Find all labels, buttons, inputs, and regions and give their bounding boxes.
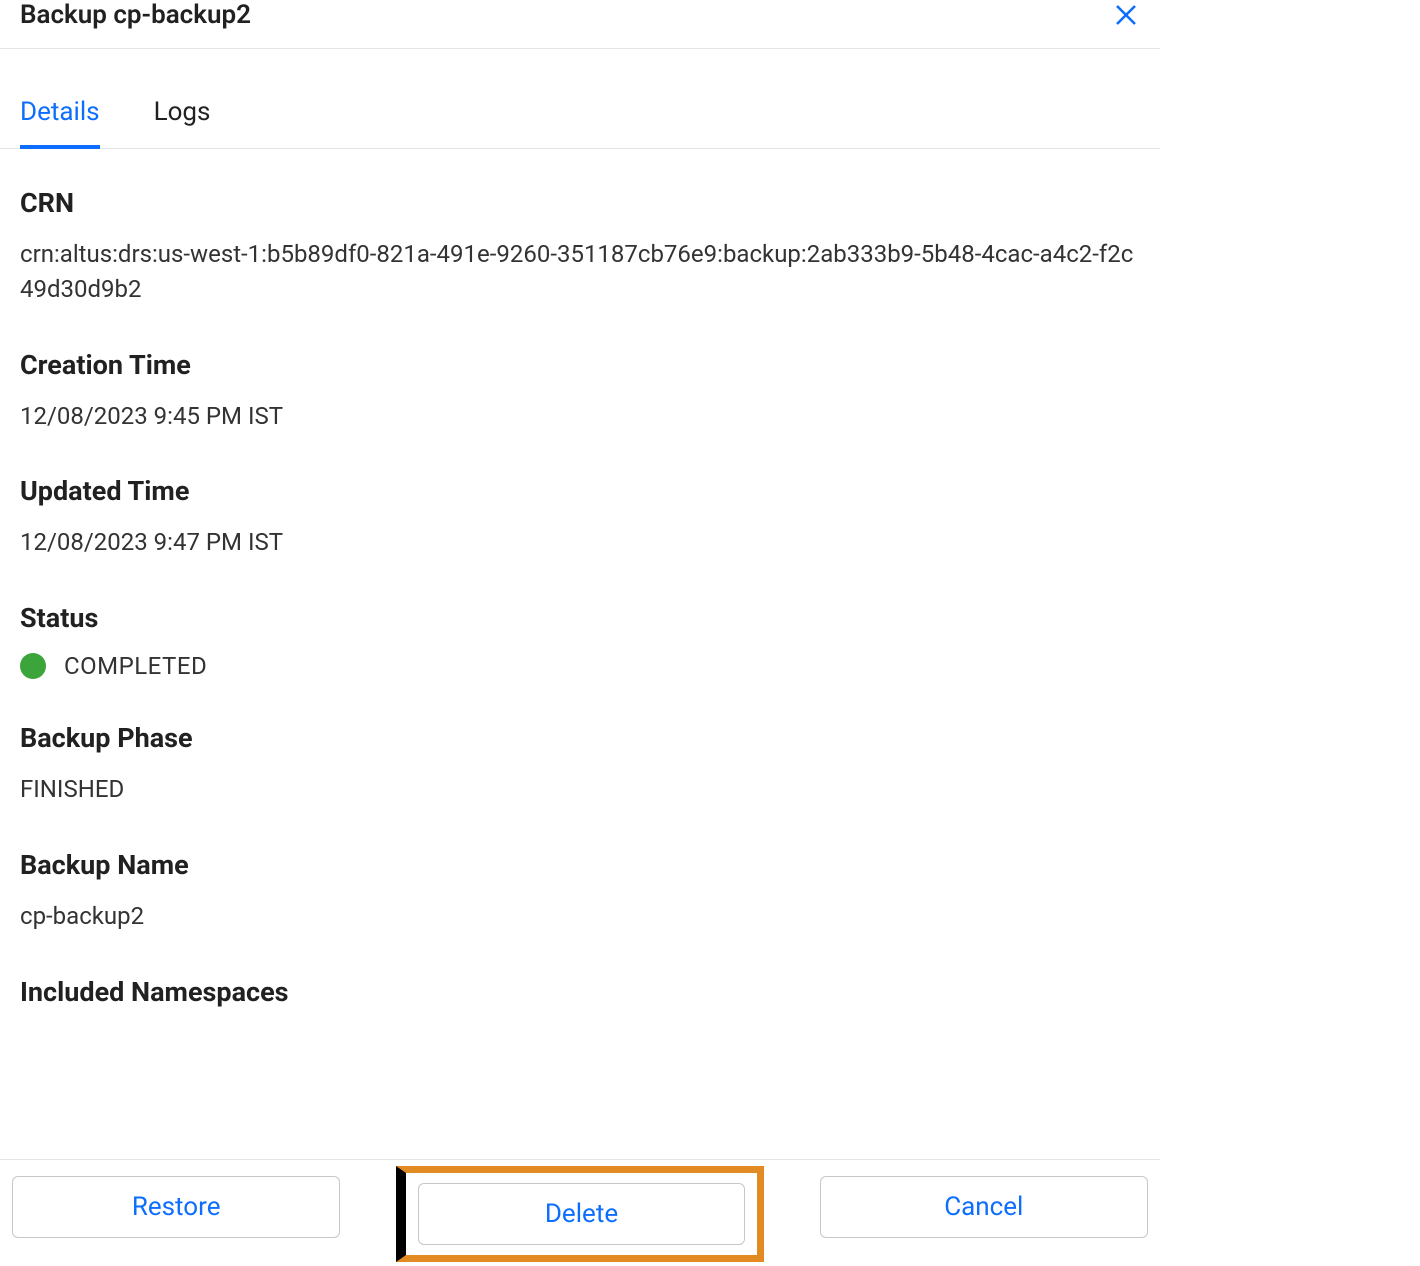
dialog-panel: Backup cp-backup2 Details Logs CRN crn:a… xyxy=(0,0,1160,1266)
backup-phase-value: FINISHED xyxy=(20,772,1140,807)
tab-details[interactable]: Details xyxy=(20,97,100,149)
cancel-button[interactable]: Cancel xyxy=(820,1176,1148,1238)
dialog-header: Backup cp-backup2 xyxy=(0,0,1160,49)
section-backup-phase: Backup Phase FINISHED xyxy=(20,722,1140,807)
close-icon xyxy=(1114,3,1138,27)
delete-highlight: Delete xyxy=(396,1166,763,1262)
backup-phase-label: Backup Phase xyxy=(20,722,1140,754)
included-namespaces-label: Included Namespaces xyxy=(20,976,1140,1008)
creation-time-value: 12/08/2023 9:45 PM IST xyxy=(20,399,1140,434)
section-included-namespaces: Included Namespaces xyxy=(20,976,1140,1008)
status-line: COMPLETED xyxy=(20,652,1140,680)
tab-logs[interactable]: Logs xyxy=(154,97,211,149)
dialog-title: Backup cp-backup2 xyxy=(20,0,251,30)
updated-time-value: 12/08/2023 9:47 PM IST xyxy=(20,525,1140,560)
section-updated-time: Updated Time 12/08/2023 9:47 PM IST xyxy=(20,475,1140,560)
crn-label: CRN xyxy=(20,187,1140,219)
section-backup-name: Backup Name cp-backup2 xyxy=(20,849,1140,934)
crn-value: crn:altus:drs:us-west-1:b5b89df0-821a-49… xyxy=(20,237,1140,307)
restore-button[interactable]: Restore xyxy=(12,1176,340,1238)
status-value: COMPLETED xyxy=(64,652,207,680)
section-crn: CRN crn:altus:drs:us-west-1:b5b89df0-821… xyxy=(20,187,1140,307)
section-status: Status COMPLETED xyxy=(20,602,1140,680)
creation-time-label: Creation Time xyxy=(20,349,1140,381)
backup-name-label: Backup Name xyxy=(20,849,1140,881)
delete-button[interactable]: Delete xyxy=(418,1183,744,1245)
section-creation-time: Creation Time 12/08/2023 9:45 PM IST xyxy=(20,349,1140,434)
tabs: Details Logs xyxy=(0,49,1160,149)
updated-time-label: Updated Time xyxy=(20,475,1140,507)
backup-name-value: cp-backup2 xyxy=(20,899,1140,934)
status-dot-icon xyxy=(20,653,46,679)
close-button[interactable] xyxy=(1112,1,1140,29)
details-content: CRN crn:altus:drs:us-west-1:b5b89df0-821… xyxy=(0,149,1160,1159)
status-label: Status xyxy=(20,602,1140,634)
dialog-footer: Restore Delete Cancel xyxy=(0,1159,1160,1266)
